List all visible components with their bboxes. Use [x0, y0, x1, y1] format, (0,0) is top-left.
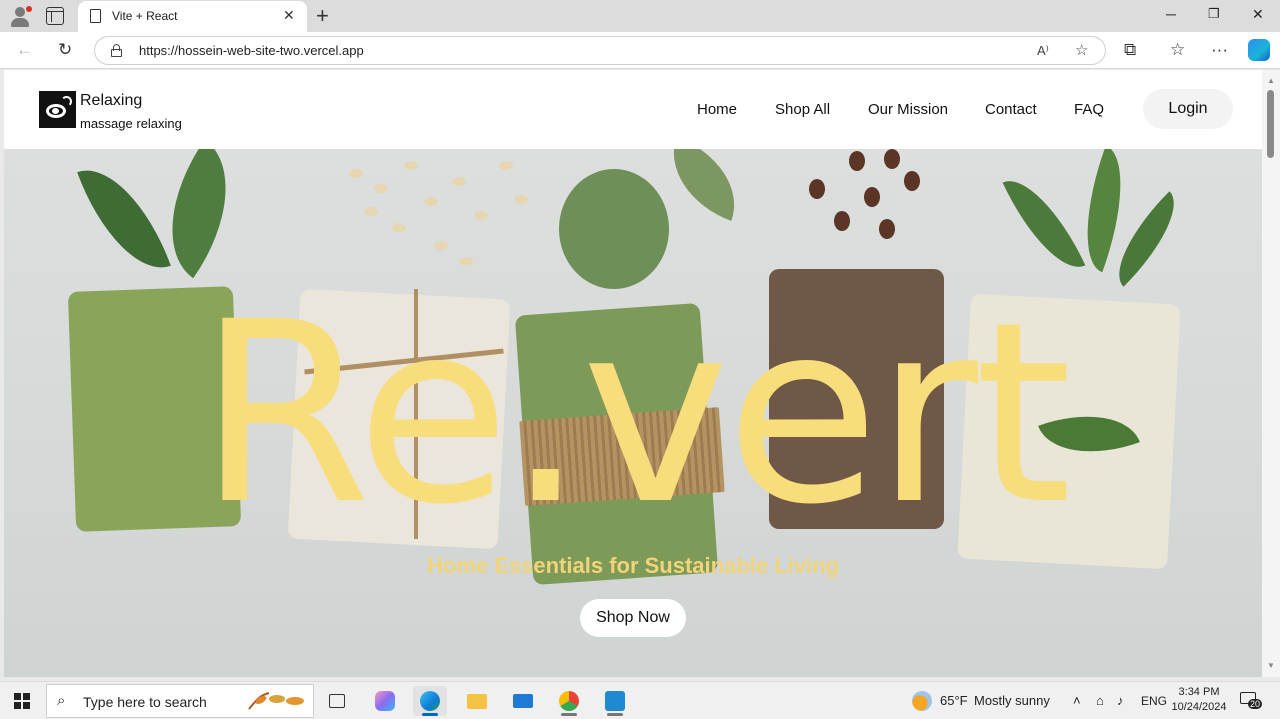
shop-now-button[interactable]: Shop Now [580, 599, 686, 637]
copilot-taskbar-icon[interactable] [368, 686, 402, 716]
language-indicator[interactable]: ENG [1141, 694, 1167, 708]
nav-shop-all[interactable]: Shop All [775, 101, 830, 118]
search-placeholder[interactable]: Type here to search [83, 694, 207, 710]
clock-time: 3:34 PM [1178, 686, 1220, 698]
scroll-up-icon[interactable]: ▲ [1267, 76, 1275, 85]
taskbar-search[interactable]: ⌕ Type here to search [46, 684, 314, 718]
brand-name[interactable]: Relaxing [80, 92, 142, 110]
site-header: Relaxing massage relaxing Home Shop All … [4, 70, 1262, 149]
notification-count: 20 [1248, 699, 1263, 709]
back-icon[interactable]: ← [16, 40, 33, 60]
mail-icon[interactable] [506, 686, 540, 716]
tab-strip: Vite + React ✕ + ─ ❐ ✕ [0, 0, 1280, 32]
weibo-logo-icon[interactable] [39, 91, 76, 128]
extensions-icon[interactable]: ⧉ [1124, 40, 1136, 60]
close-window-icon[interactable]: ✕ [1252, 6, 1264, 23]
restore-icon[interactable]: ❐ [1208, 6, 1220, 22]
windows-start-icon[interactable] [14, 693, 30, 709]
browser-tab[interactable]: Vite + React ✕ [78, 1, 307, 32]
favorite-star-icon[interactable]: ☆ [1075, 41, 1088, 59]
nav-our-mission[interactable]: Our Mission [868, 101, 948, 118]
tab-title: Vite + React [112, 9, 178, 23]
show-hidden-icons-icon[interactable]: ˄ [1073, 693, 1081, 708]
taskbar: ⌕ Type here to search 65°F Mostly sunny … [0, 681, 1280, 719]
nav-home[interactable]: Home [697, 101, 737, 118]
close-tab-icon[interactable]: ✕ [283, 7, 295, 24]
new-tab-icon[interactable]: + [316, 3, 329, 29]
scrollbar-thumb[interactable] [1267, 90, 1274, 158]
copilot-icon[interactable] [1248, 39, 1270, 61]
notifications-icon[interactable]: 20 [1240, 690, 1263, 712]
network-icon[interactable]: ⌂ [1096, 693, 1104, 708]
favorites-icon[interactable]: ☆ [1170, 40, 1185, 60]
refresh-icon[interactable]: ↻ [58, 40, 72, 60]
taskbar-clock[interactable]: 3:34 PM 10/24/2024 [1168, 685, 1230, 715]
file-explorer-icon[interactable] [460, 686, 494, 716]
task-view-icon[interactable] [320, 686, 354, 716]
nav-contact[interactable]: Contact [985, 101, 1037, 118]
vscode-icon[interactable] [598, 686, 632, 716]
brand-tagline: massage relaxing [80, 116, 182, 131]
clock-date: 10/24/2024 [1171, 701, 1227, 713]
minimize-icon[interactable]: ─ [1166, 6, 1176, 22]
search-icon: ⌕ [57, 692, 66, 709]
page-icon [90, 9, 101, 23]
hero-title: Re.vert [197, 268, 1072, 559]
weather-temp[interactable]: 65°F [940, 693, 968, 708]
page-viewport: Relaxing massage relaxing Home Shop All … [4, 70, 1262, 677]
weather-desc[interactable]: Mostly sunny [974, 693, 1050, 708]
profile-icon[interactable] [8, 4, 34, 28]
browser-toolbar: ← ↻ https://hossein-web-site-two.vercel.… [0, 32, 1280, 69]
more-options-icon[interactable]: ··· [1211, 40, 1228, 60]
read-aloud-icon[interactable]: A⁾ [1037, 43, 1049, 59]
chrome-icon[interactable] [552, 686, 586, 716]
address-bar[interactable]: https://hossein-web-site-two.vercel.app … [94, 36, 1106, 65]
edge-taskbar-icon[interactable] [413, 686, 447, 716]
hero-banner: Re.vert Home Essentials for Sustainable … [4, 149, 1262, 677]
scroll-down-icon[interactable]: ▼ [1267, 661, 1275, 670]
url-text[interactable]: https://hossein-web-site-two.vercel.app [139, 43, 364, 58]
page-scrollbar[interactable]: ▲ ▼ [1262, 70, 1280, 677]
autumn-leaves-icon [248, 692, 304, 710]
lock-icon[interactable] [111, 44, 122, 57]
login-button[interactable]: Login [1143, 89, 1233, 129]
tab-actions-icon[interactable] [46, 7, 64, 25]
volume-icon[interactable]: ♪ [1117, 693, 1124, 708]
nav-faq[interactable]: FAQ [1074, 101, 1104, 118]
hero-subtitle: Home Essentials for Sustainable Living [427, 553, 839, 578]
weather-icon[interactable] [912, 691, 932, 711]
